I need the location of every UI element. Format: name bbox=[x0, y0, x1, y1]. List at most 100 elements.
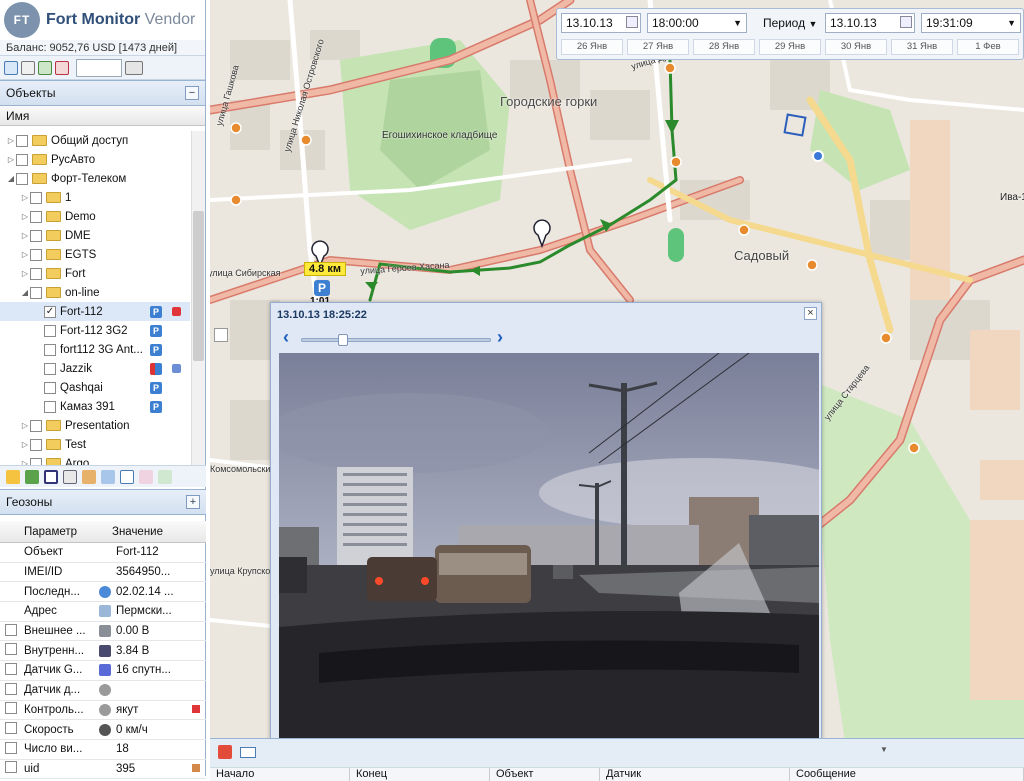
zoom-control-icon[interactable] bbox=[214, 328, 228, 342]
param-checkbox[interactable] bbox=[5, 662, 17, 675]
expand-right-icon[interactable]: ▷ bbox=[20, 440, 30, 449]
tree-checkbox[interactable] bbox=[44, 324, 56, 337]
parking-icon[interactable]: P bbox=[150, 306, 162, 318]
monitor-icon[interactable] bbox=[101, 469, 115, 484]
tree-checkbox[interactable] bbox=[30, 419, 42, 432]
param-checkbox[interactable] bbox=[5, 761, 17, 774]
chevron-down-icon[interactable]: ▼ bbox=[1007, 14, 1016, 32]
expand-right-icon[interactable]: ▷ bbox=[20, 250, 30, 259]
value-column-header[interactable]: Значение bbox=[112, 526, 163, 538]
tree-checkbox[interactable] bbox=[30, 229, 42, 242]
property-row[interactable]: Датчик G... 16 спутн... bbox=[0, 661, 206, 681]
to-time-field[interactable]: 19:31:09 ▼ bbox=[921, 13, 1021, 33]
param-checkbox[interactable] bbox=[5, 623, 17, 636]
target-icon[interactable] bbox=[44, 469, 58, 484]
tree-checkbox[interactable] bbox=[16, 134, 28, 147]
filter-icon[interactable] bbox=[38, 60, 52, 75]
chevron-down-icon[interactable]: ▼ bbox=[733, 14, 742, 32]
tree-object[interactable]: Fort-112 3G2 P bbox=[0, 321, 190, 340]
tree-folder[interactable]: ▷ EGTS bbox=[0, 245, 190, 264]
property-row[interactable]: Адрес Пермски... bbox=[0, 602, 206, 622]
expand-right-icon[interactable]: ▷ bbox=[20, 269, 30, 278]
sort-icon[interactable] bbox=[55, 60, 69, 75]
tree-checkbox[interactable] bbox=[30, 210, 42, 223]
property-row[interactable]: Внутренн... 3.84 В bbox=[0, 641, 206, 662]
more-icon[interactable] bbox=[158, 469, 172, 484]
property-row[interactable]: IMEI/ID 3564950... bbox=[0, 563, 206, 583]
parking-icon[interactable]: P bbox=[150, 382, 162, 394]
events-column-header[interactable]: Датчик bbox=[600, 768, 790, 781]
expand-down-icon[interactable]: ◢ bbox=[6, 174, 16, 183]
tree-folder[interactable]: ▷ Fort bbox=[0, 264, 190, 283]
tree-checkbox[interactable] bbox=[44, 381, 56, 394]
status-blue-icon[interactable] bbox=[172, 364, 181, 373]
parking-icon[interactable]: P bbox=[314, 280, 330, 296]
close-button[interactable]: × bbox=[804, 307, 817, 320]
param-checkbox[interactable] bbox=[5, 682, 17, 695]
tree-folder[interactable]: ▷ 1 bbox=[0, 188, 190, 207]
tree-folder[interactable]: ▷ Argo bbox=[0, 454, 190, 465]
search-options-icon[interactable] bbox=[125, 60, 143, 75]
param-checkbox[interactable] bbox=[5, 722, 17, 735]
tree-folder[interactable]: ▷ Demo bbox=[0, 207, 190, 226]
mail-icon[interactable] bbox=[240, 747, 256, 758]
param-column-header[interactable]: Параметр bbox=[24, 526, 112, 538]
chart-icon[interactable] bbox=[120, 469, 134, 484]
timeline-day[interactable]: 31 Янв bbox=[891, 39, 953, 55]
edit-icon[interactable] bbox=[6, 469, 20, 484]
property-row[interactable]: Контроль... якут bbox=[0, 701, 206, 721]
tree-checkbox[interactable] bbox=[30, 267, 42, 280]
slider-thumb[interactable] bbox=[338, 334, 348, 346]
tree-folder[interactable]: ▷ РусАвто bbox=[0, 150, 190, 169]
tree-folder[interactable]: ▷ DME bbox=[0, 226, 190, 245]
timeline-day[interactable]: 26 Янв bbox=[561, 39, 623, 55]
timeline-day[interactable]: 30 Янв bbox=[825, 39, 887, 55]
tree-folder[interactable]: ▷ Test bbox=[0, 435, 190, 454]
table-icon[interactable] bbox=[63, 469, 77, 484]
period-dropdown[interactable]: Период ▼ bbox=[763, 16, 817, 30]
events-column-header[interactable]: Конец bbox=[350, 768, 490, 781]
tree-checkbox[interactable] bbox=[16, 172, 28, 185]
tree-checkbox[interactable] bbox=[44, 362, 56, 375]
tree-folder[interactable]: ◢ Форт-Телеком bbox=[0, 169, 190, 188]
events-column-header[interactable]: Сообщение bbox=[790, 768, 1024, 781]
prev-photo-button[interactable]: ‹ bbox=[283, 328, 289, 346]
property-row[interactable]: Объект Fort-112 bbox=[0, 543, 206, 563]
next-photo-button[interactable]: › bbox=[497, 328, 503, 346]
tree-checkbox[interactable] bbox=[16, 153, 28, 166]
signal-icon[interactable] bbox=[150, 363, 162, 375]
tree-checkbox[interactable] bbox=[44, 400, 56, 413]
expand-right-icon[interactable]: ▷ bbox=[20, 193, 30, 202]
parking-icon[interactable]: P bbox=[150, 344, 162, 356]
property-row[interactable]: Датчик д... bbox=[0, 681, 206, 701]
tree-object[interactable]: Qashqai P bbox=[0, 378, 190, 397]
tree-object[interactable]: Камаз 391 P bbox=[0, 397, 190, 416]
tree-checkbox[interactable] bbox=[30, 438, 42, 451]
user-icon[interactable] bbox=[82, 469, 96, 484]
photo-slider[interactable] bbox=[301, 334, 491, 346]
expand-down-icon[interactable]: ◢ bbox=[20, 288, 30, 297]
to-date-field[interactable]: 13.10.13 bbox=[825, 13, 915, 33]
search-input[interactable] bbox=[76, 58, 122, 77]
from-time-field[interactable]: 18:00:00 ▼ bbox=[647, 13, 747, 33]
collapse-button[interactable]: − bbox=[185, 86, 199, 100]
report-icon[interactable] bbox=[25, 469, 39, 484]
timeline-day[interactable]: 27 Янв bbox=[627, 39, 689, 55]
param-checkbox[interactable] bbox=[5, 741, 17, 754]
timeline-day[interactable]: 28 Янв bbox=[693, 39, 755, 55]
timeline-day[interactable]: 29 Янв bbox=[759, 39, 821, 55]
calendar-icon[interactable] bbox=[626, 16, 638, 28]
expand-right-icon[interactable]: ▷ bbox=[20, 231, 30, 240]
tree-checkbox[interactable] bbox=[30, 248, 42, 261]
add-geozone-button[interactable]: + bbox=[186, 495, 200, 509]
param-checkbox[interactable] bbox=[5, 702, 17, 715]
expand-right-icon[interactable]: ▷ bbox=[20, 212, 30, 221]
scroll-thumb[interactable] bbox=[193, 211, 204, 361]
expand-right-icon[interactable]: ▷ bbox=[6, 136, 16, 145]
property-row[interactable]: Последн... 02.02.14 ... bbox=[0, 582, 206, 603]
tree-checkbox[interactable] bbox=[30, 457, 42, 465]
route-icon[interactable] bbox=[139, 469, 153, 484]
tree-object[interactable]: Jazzik bbox=[0, 359, 190, 378]
tree-checkbox[interactable] bbox=[44, 343, 56, 356]
from-date-field[interactable]: 13.10.13 bbox=[561, 13, 641, 33]
